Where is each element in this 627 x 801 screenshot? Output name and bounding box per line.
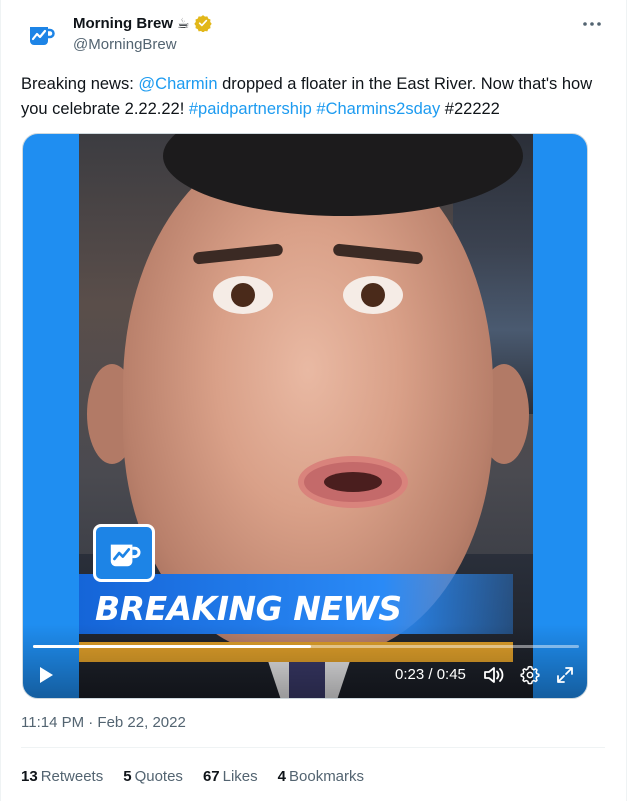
author-name-row: Morning Brew ☕ bbox=[73, 14, 212, 32]
more-options-icon[interactable] bbox=[580, 14, 604, 34]
morning-brew-logo-icon bbox=[30, 27, 55, 45]
video-progress-fill bbox=[33, 645, 312, 648]
morning-brew-badge-icon bbox=[93, 524, 155, 582]
author-handle[interactable]: @MorningBrew bbox=[73, 36, 177, 53]
hashtag-link[interactable]: #paidpartnership bbox=[189, 100, 312, 118]
settings-gear-icon[interactable] bbox=[519, 664, 541, 686]
tweet-text-prefix: Breaking news: bbox=[21, 75, 139, 93]
breaking-news-text: BREAKING NEWS bbox=[95, 589, 402, 628]
divider bbox=[21, 747, 605, 748]
volume-icon[interactable] bbox=[483, 664, 505, 686]
verified-badge-icon[interactable] bbox=[193, 14, 212, 32]
mention-link[interactable]: @Charmin bbox=[138, 75, 217, 93]
play-icon[interactable] bbox=[35, 664, 57, 686]
coffee-emoji: ☕ bbox=[177, 15, 190, 31]
quotes-stat[interactable]: 5 Quotes bbox=[123, 768, 183, 785]
video-progress-bar[interactable] bbox=[33, 645, 579, 648]
bookmarks-stat[interactable]: 4 Bookmarks bbox=[278, 768, 364, 785]
video-subject-mouth bbox=[298, 456, 408, 508]
likes-stat[interactable]: 67 Likes bbox=[203, 768, 258, 785]
tweet-card: Morning Brew ☕ @MorningBrew Breaking new… bbox=[0, 0, 627, 801]
tweet-text-suffix: #22222 bbox=[440, 100, 500, 118]
retweets-stat[interactable]: 13 Retweets bbox=[21, 768, 103, 785]
video-time: 0:23 / 0:45 bbox=[395, 666, 466, 683]
video-player[interactable]: BREAKING NEWS 0:23 / 0:45 bbox=[22, 133, 588, 699]
avatar[interactable] bbox=[21, 14, 61, 54]
tweet-timestamp[interactable]: 11:14 PM · Feb 22, 2022 bbox=[21, 714, 186, 731]
author-display-name[interactable]: Morning Brew bbox=[73, 15, 173, 32]
fullscreen-icon[interactable] bbox=[554, 664, 576, 686]
tweet-stats: 13 Retweets 5 Quotes 67 Likes 4 Bookmarks bbox=[21, 768, 364, 785]
tweet-text: Breaking news: @Charmin dropped a floate… bbox=[21, 72, 601, 122]
hashtag-link[interactable]: #Charmins2sday bbox=[316, 100, 440, 118]
